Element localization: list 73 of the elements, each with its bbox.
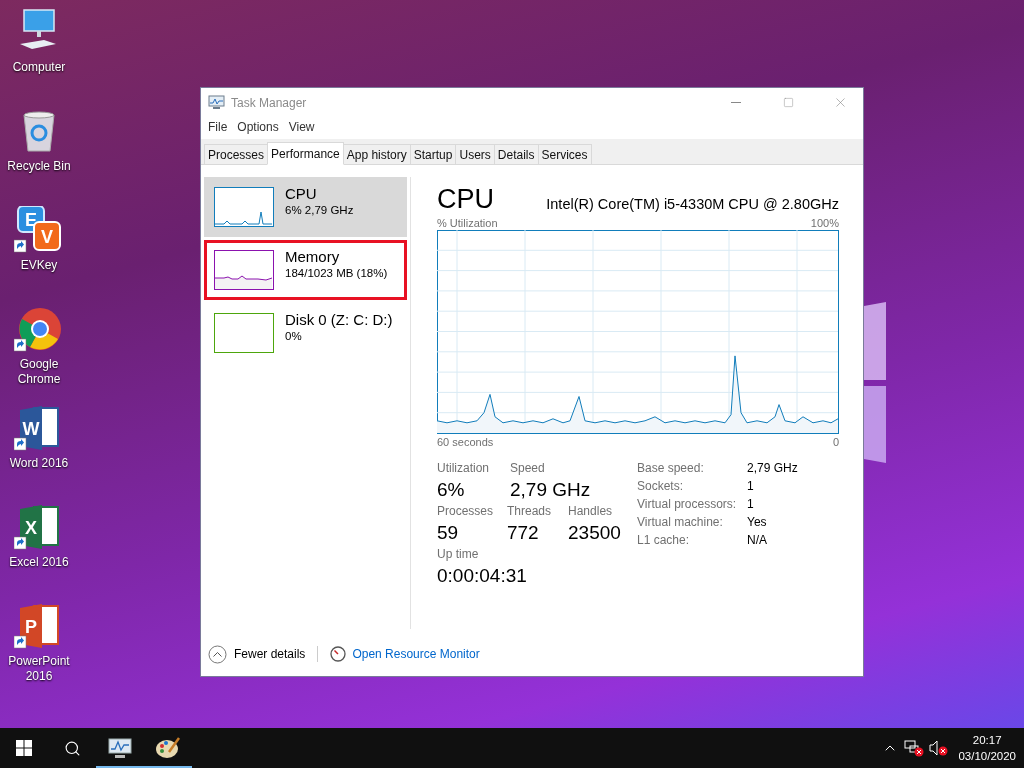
speaker-icon (928, 739, 949, 757)
resource-detail: 184/1023 MB (18%) (285, 267, 388, 279)
desktop-icon-label[interactable]: Recycle Bin (1, 159, 77, 174)
monitor-graph-icon (107, 736, 133, 760)
stat-value: 59 (437, 522, 460, 544)
stat-label: Utilization (437, 461, 491, 475)
stat-value: 772 (506, 522, 540, 544)
resource-name: Disk 0 (Z: C: D:) (285, 311, 393, 328)
desktop-icon-label[interactable]: Computer (1, 60, 77, 75)
search-icon (63, 739, 81, 757)
detail-value: 1 (747, 479, 755, 493)
tab[interactable]: Services (537, 144, 592, 164)
stat-label: Up time (437, 547, 480, 561)
detail-label: Sockets: (637, 479, 685, 493)
stat-label: Speed (510, 461, 546, 475)
desktop-icon-label[interactable]: PowerPoint 2016 (1, 654, 77, 684)
resource-monitor-link[interactable]: Open Resource Monitor (352, 647, 480, 661)
tab[interactable]: Processes (204, 144, 269, 164)
network-icon (904, 739, 925, 757)
maximize-icon (782, 97, 794, 108)
tab[interactable]: Startup (409, 144, 457, 164)
desktop-icon-label[interactable]: Google Chrome (1, 357, 77, 387)
resource-list-item[interactable]: CPU 6% 2,79 GHz (204, 177, 407, 237)
detail-value: N/A (747, 533, 768, 547)
detail-label: Base speed: (637, 461, 705, 475)
window-title: Task Manager (231, 95, 308, 110)
stat-label: Threads (506, 504, 552, 518)
task-manager-icon (208, 95, 225, 110)
axis-label: 60 seconds (437, 436, 494, 448)
detail-label: Virtual processors: (637, 497, 738, 511)
detail-value: 1 (747, 497, 755, 511)
stat-label: Processes (437, 504, 495, 518)
fewer-details-button[interactable]: Fewer details (208, 644, 306, 664)
axis-label: 100% (810, 217, 839, 229)
resource-detail: 0% (285, 330, 303, 342)
resource-list-item[interactable]: Disk 0 (Z: C: D:) 0% (204, 303, 407, 363)
detail-label: Virtual machine: (637, 515, 724, 529)
collapse-icon (208, 644, 227, 664)
clock-button[interactable]: 20:17 03/10/2020 (950, 732, 1024, 764)
menu-item[interactable]: Options (232, 120, 284, 134)
resource-name: Memory (285, 248, 341, 265)
resource-name: CPU (285, 185, 318, 202)
processor-model: Intel(R) Core(TM) i5-4330M CPU @ 2.80GHz (546, 196, 839, 212)
detail-value: Yes (747, 515, 768, 529)
stat-value: 0:00:04:31 (437, 565, 528, 587)
gauge-icon (330, 646, 347, 662)
detail-label: L1 cache: (637, 533, 691, 547)
axis-label: % Utilization (437, 217, 498, 229)
menu-item[interactable]: View (283, 120, 320, 134)
disk-thumbnail-graph (214, 313, 274, 353)
paint-palette-icon (155, 736, 181, 760)
clock-date: 03/10/2020 (958, 749, 1016, 764)
tab[interactable]: Performance (267, 142, 344, 165)
stat-value: 6% (437, 479, 466, 501)
menu-item[interactable]: File (203, 120, 233, 134)
windows-icon (16, 740, 32, 756)
desktop-icon-label[interactable]: Excel 2016 (1, 555, 77, 570)
stat-label: Handles (568, 504, 614, 518)
memory-thumbnail-graph (214, 250, 274, 290)
minimize-icon (731, 102, 741, 103)
resource-detail: 6% 2,79 GHz (285, 204, 354, 216)
resource-list-item[interactable]: Memory 184/1023 MB (18%) (204, 240, 407, 300)
stat-value: 2,79 GHz (510, 479, 592, 501)
panel-title: CPU (437, 184, 494, 215)
tab[interactable]: App history (342, 144, 411, 164)
clock-time: 20:17 (972, 733, 1002, 748)
stat-value: 23500 (568, 522, 622, 544)
desktop-icon-label[interactable]: EVKey (1, 258, 77, 273)
axis-label: 0 (832, 436, 839, 448)
desktop-icon-label[interactable]: Word 2016 (1, 456, 77, 471)
cpu-thumbnail-graph (214, 187, 274, 227)
detail-value: 2,79 GHz (747, 461, 798, 475)
desktop-app-icon[interactable] (14, 305, 64, 353)
